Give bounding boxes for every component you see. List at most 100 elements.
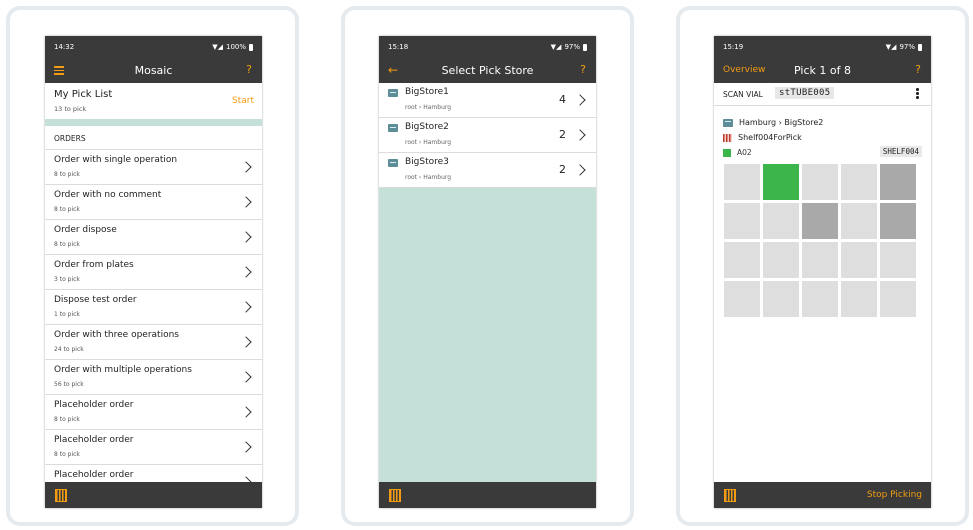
shelf-slot-empty[interactable] [841,281,877,317]
order-count: 8 to pick [54,451,80,458]
barcode-scan-icon[interactable] [724,489,736,502]
position-line: A02 [723,148,752,157]
store-row[interactable]: BigStore3 root › Hamburg 2 [379,153,596,188]
store-path-line: Hamburg › BigStore2 [723,118,823,127]
shelf-slot-empty[interactable] [802,242,838,278]
order-name: Order with three operations [54,330,179,340]
app-bar: Mosaic ? [45,58,262,83]
chevron-right-icon [240,406,252,418]
order-row[interactable]: Placeholder order 8 to pick [45,394,262,429]
orders-list: Order with single operation 8 to pick Ord… [45,149,262,499]
store-list: BigStore1 root › Hamburg 4 BigStore2 roo… [379,83,596,482]
shelf-slot-empty[interactable] [841,203,877,239]
order-row[interactable]: Order dispose 8 to pick [45,219,262,254]
phone-screen-pick: 15:19 ▼◢ 97% Overview Pick 1 of 8 ? SCAN… [714,36,931,508]
chevron-right-icon [240,161,252,173]
store-count: 4 [559,93,566,106]
store-icon [388,124,398,132]
order-row[interactable]: Dispose test order 1 to pick [45,289,262,324]
chevron-right-icon [240,336,252,348]
battery-icon [249,43,253,51]
barcode-scan-icon[interactable] [389,489,401,502]
order-count: 24 to pick [54,346,84,353]
shelf-slot-empty[interactable] [724,242,760,278]
chevron-right-icon [240,266,252,278]
order-count: 3 to pick [54,276,80,283]
shelf-slot-empty[interactable] [763,281,799,317]
signal-icon: ▼◢ [212,43,223,51]
order-row[interactable]: Order with three operations 24 to pick [45,324,262,359]
help-icon[interactable]: ? [915,63,921,76]
shelf-slot-empty[interactable] [724,281,760,317]
shelf-slot-empty[interactable] [841,164,877,200]
store-icon [388,89,398,97]
order-row[interactable]: Order with single operation 8 to pick [45,149,262,184]
battery-text: 97% [564,43,580,51]
shelf-name: Shelf004ForPick [738,133,802,142]
shelf-slot-occupied[interactable] [802,203,838,239]
chevron-right-icon [574,164,586,176]
status-bar: 15:19 ▼◢ 97% [714,36,931,58]
order-count: 8 to pick [54,241,80,248]
store-row[interactable]: BigStore2 root › Hamburg 2 [379,118,596,153]
battery-icon [918,43,922,51]
help-icon[interactable]: ? [580,63,586,76]
store-row[interactable]: BigStore1 root › Hamburg 4 [379,83,596,118]
stop-picking-button[interactable]: Stop Picking [867,490,922,500]
position-marker-icon [723,148,731,157]
shelf-slot-occupied[interactable] [880,203,916,239]
signal-icon: ▼◢ [550,43,562,51]
app-title: Mosaic [134,64,173,77]
scan-row: SCAN VIAL stTUBE005 [714,83,931,106]
shelf-slot-empty[interactable] [724,203,760,239]
divider [45,119,262,126]
shelf-slot-empty[interactable] [802,281,838,317]
shelf-slot-empty[interactable] [880,281,916,317]
order-row[interactable]: Order with no comment 8 to pick [45,184,262,219]
shelf-slot-selected[interactable] [763,164,799,200]
app-title: Pick 1 of 8 [794,64,851,77]
help-icon[interactable]: ? [246,63,252,76]
chevron-right-icon [240,231,252,243]
order-name: Dispose test order [54,295,137,305]
my-pick-list-row[interactable]: My Pick List 13 to pick Start [45,83,262,119]
order-name: Order with single operation [54,155,178,165]
shelf-line: Shelf004ForPick [723,133,802,142]
store-name: BigStore2 [405,122,449,132]
pick-list-subtitle: 13 to pick [54,105,87,113]
barcode-scan-icon[interactable] [55,489,67,502]
orders-section-label: ORDERS [54,134,86,143]
shelf-slot-empty[interactable] [880,242,916,278]
shelf-slot-empty[interactable] [841,242,877,278]
battery-icon [583,43,587,51]
pick-list-title: My Pick List [54,89,113,100]
order-name: Placeholder order [54,470,134,480]
battery-text: 97% [899,43,915,51]
shelf-slot-occupied[interactable] [880,164,916,200]
order-row[interactable]: Order from plates 3 to pick [45,254,262,289]
shelf-grid [724,164,919,317]
status-time: 15:19 [723,43,744,51]
order-name: Order with multiple operations [54,365,192,375]
screenshot-card-2: 15:18 ▼◢ 97% ← Select Pick Store ? BigSt… [341,6,634,526]
shelf-slot-empty[interactable] [763,203,799,239]
order-count: 8 to pick [54,171,80,178]
shelf-slot-empty[interactable] [724,164,760,200]
order-name: Placeholder order [54,435,134,445]
signal-icon: ▼◢ [885,43,897,51]
shelf-slot-empty[interactable] [802,164,838,200]
order-row[interactable]: Order with multiple operations 56 to pick [45,359,262,394]
order-count: 1 to pick [54,311,80,318]
store-count: 2 [559,163,566,176]
more-vert-icon[interactable] [916,88,919,100]
order-row[interactable]: Placeholder order 8 to pick [45,429,262,464]
screenshot-card-1: 14:32 ▼◢ 100% Mosaic ? My Pick List 13 t… [6,6,299,526]
shelf-code: SHELF004 [879,146,922,157]
store-name: BigStore3 [405,157,449,167]
store-path: Hamburg › BigStore2 [739,118,824,127]
shelf-slot-empty[interactable] [763,242,799,278]
chevron-right-icon [240,371,252,383]
start-button[interactable]: Start [232,96,254,106]
chevron-right-icon [574,94,586,106]
battery-text: 100% [225,43,246,51]
